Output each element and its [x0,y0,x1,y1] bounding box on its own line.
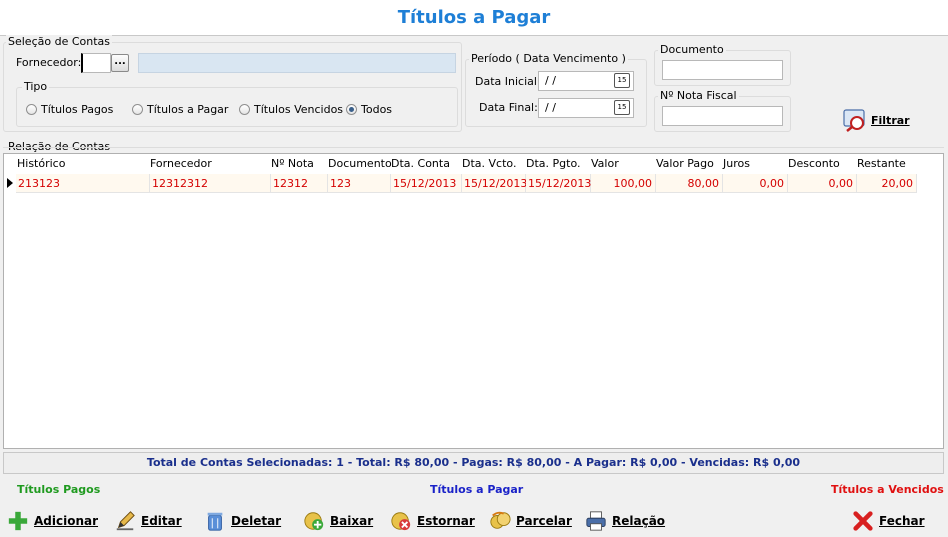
cell-fornecedor: 12312312 [150,174,271,193]
estornar-button[interactable]: Estornar [389,508,475,534]
adicionar-label: Adicionar [34,514,99,528]
data-final-label: Data Final: [479,101,538,114]
fornecedor-lookup-button[interactable]: ... [111,54,129,72]
radio-indicator [26,104,37,115]
tipo-label: Tipo [22,80,50,93]
cell-historico: 213123 [16,174,150,193]
cell-dta-pgto: 15/12/2013 [526,174,591,193]
col-dta-conta[interactable]: Dta. Conta [391,157,450,170]
fechar-label: Fechar [879,514,925,528]
radio-titulos-vencidos[interactable]: Títulos Vencidos [239,103,343,116]
coins-split-icon [490,511,511,529]
col-nota[interactable]: Nº Nota [271,157,314,170]
radio-titulos-a-pagar[interactable]: Títulos a Pagar [132,103,228,116]
radio-indicator-selected [346,104,357,115]
cell-valor-pago: 80,00 [656,174,723,193]
col-valor[interactable]: Valor [591,157,619,170]
data-inicial-label: Data Inicial: [475,75,541,88]
cell-nota: 12312 [271,174,328,193]
estornar-label: Estornar [417,514,475,528]
window-title-bar: Títulos a Pagar [0,0,948,36]
legend-titulos-a-pagar: Títulos a Pagar [430,483,524,496]
window-title: Títulos a Pagar [397,7,551,28]
col-dta-pgto[interactable]: Dta. Pgto. [526,157,580,170]
plus-icon [8,511,28,531]
cell-restante: 20,00 [857,174,917,193]
cell-documento: 123 [328,174,391,193]
calendar-icon-final[interactable]: 15 [614,100,630,115]
adicionar-button[interactable]: Adicionar [6,508,98,534]
baixar-label: Baixar [330,514,374,528]
filtrar-label: Filtrar [871,113,910,127]
col-valor-pago[interactable]: Valor Pago [656,157,714,170]
cell-valor: 100,00 [591,174,656,193]
radio-label: Títulos a Pagar [147,103,229,116]
baixar-button[interactable]: Baixar [302,508,373,534]
radio-indicator [239,104,250,115]
search-filter-icon [843,109,865,132]
fornecedor-name-field [138,53,456,73]
cell-dta-conta: 15/12/2013 [391,174,462,193]
pencil-icon [116,511,135,531]
radio-indicator [132,104,143,115]
cell-juros: 0,00 [723,174,788,193]
fornecedor-label: Fornecedor: [16,56,82,69]
calendar-icon-inicial[interactable]: 15 [614,73,630,88]
nota-fiscal-input[interactable] [662,106,783,126]
totals-summary: Total de Contas Selecionadas: 1 - Total:… [3,452,944,474]
fornecedor-code-input[interactable] [81,53,111,73]
parcelar-button[interactable]: Parcelar [488,508,572,534]
close-icon [853,511,873,531]
deletar-label: Deletar [231,514,282,528]
documento-input[interactable] [662,60,783,80]
table-row[interactable]: 213123 12312312 12312 123 15/12/2013 15/… [4,174,943,193]
deletar-button[interactable]: Deletar [203,508,281,534]
row-indicator-icon [7,178,13,188]
legend-titulos-vencidos: Títulos a Vencidos [831,483,944,496]
nota-fiscal-label: Nº Nota Fiscal [658,89,739,102]
coin-download-icon [304,512,324,531]
coin-revert-icon [391,512,411,531]
relacao-label: Relação [612,514,666,528]
col-historico[interactable]: Histórico [17,157,65,170]
legend-titulos-pagos: Títulos Pagos [17,483,101,496]
relacao-button[interactable]: Relação [584,508,665,534]
radio-label: Títulos Pagos [41,103,114,116]
fechar-button[interactable]: Fechar [851,508,925,534]
col-desconto[interactable]: Desconto [788,157,840,170]
col-restante[interactable]: Restante [857,157,906,170]
parcelar-label: Parcelar [516,514,572,528]
trash-icon [207,512,223,531]
cell-dta-vcto: 15/12/2013 [462,174,527,193]
editar-label: Editar [141,514,182,528]
relacao-divider [3,147,944,148]
grid-header: Histórico Fornecedor Nº Nota Documento D… [4,154,943,174]
filtrar-button[interactable]: Filtrar [843,108,910,132]
col-documento[interactable]: Documento [328,157,392,170]
periodo-label: Período ( Data Vencimento ) [469,52,628,65]
editar-button[interactable]: Editar [113,508,182,534]
contas-grid[interactable]: Histórico Fornecedor Nº Nota Documento D… [3,153,944,449]
radio-label: Títulos Vencidos [254,103,344,116]
col-dta-vcto[interactable]: Dta. Vcto. [462,157,516,170]
col-juros[interactable]: Juros [723,157,750,170]
cell-desconto: 0,00 [788,174,857,193]
radio-label: Todos [361,103,393,116]
radio-todos[interactable]: Todos [346,103,392,116]
col-fornecedor[interactable]: Fornecedor [150,157,212,170]
radio-titulos-pagos[interactable]: Títulos Pagos [26,103,113,116]
documento-label: Documento [658,43,726,56]
printer-icon [586,511,606,531]
selecao-contas-label: Seleção de Contas [6,35,113,48]
